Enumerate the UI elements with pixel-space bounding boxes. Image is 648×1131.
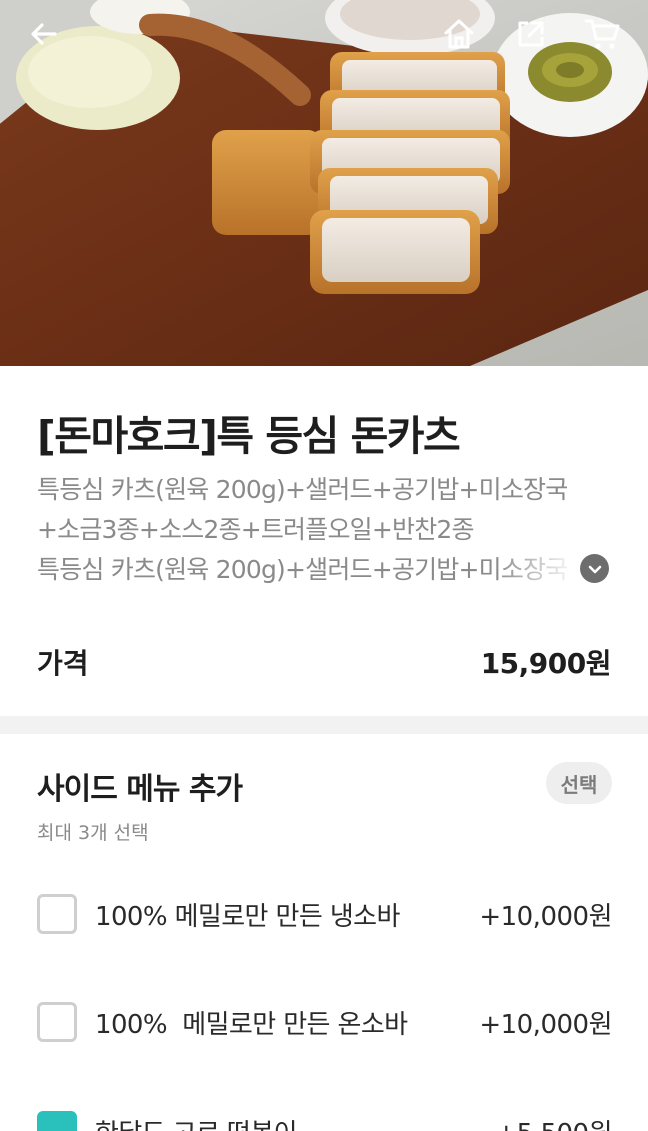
side-menu-title: 사이드 메뉴 추가 [37,772,243,807]
option-name: 100% 메밀로만 만든 온소바 [95,1010,408,1040]
description-line: 특등심 카츠(원육 200g)+샐러드+공기밥+미소장국 [37,555,568,584]
expand-description-button[interactable] [580,554,609,583]
description-line: 특등심 카츠(원육 200g)+샐러드+공기밥+미소장국 [37,475,568,504]
price-value: 15,900원 [480,647,612,680]
option-price: +5,500원 [495,1113,612,1131]
option-price: +10,000원 [479,902,612,932]
side-menu-subtitle: 최대 3개 선택 [37,822,149,844]
checkbox[interactable] [37,894,77,934]
cart-icon [584,19,620,49]
home-button[interactable] [437,12,481,56]
checkbox-checked[interactable] [37,1111,77,1131]
price-label: 가격 [37,647,89,680]
option-row-cold-soba[interactable]: 100% 메밀로만 만든 냉소바 +10,000원 [37,892,612,934]
share-icon [518,21,544,47]
checkbox[interactable] [37,1002,77,1042]
option-name: 한달도 고로 떡볶이 [95,1113,297,1131]
share-button[interactable] [509,12,553,56]
product-title: [돈마호크]특 등심 돈카츠 [37,412,461,460]
cart-button[interactable] [580,12,624,56]
home-icon [444,19,474,49]
chevron-down-icon [588,565,601,573]
product-info: [돈마호크]특 등심 돈카츠 특등심 카츠(원육 200g)+샐러드+공기밥+미… [0,366,648,716]
product-description: 특등심 카츠(원육 200g)+샐러드+공기밥+미소장국 +소금3종+소스2종+… [37,470,602,590]
top-nav-bar [0,0,648,70]
section-divider [0,716,648,734]
option-name: 100% 메밀로만 만든 냉소바 [95,902,400,932]
option-row-warm-soba[interactable]: 100% 메밀로만 만든 온소바 +10,000원 [37,1000,612,1042]
option-row-tteokbokki[interactable]: 한달도 고로 떡볶이 +5,500원 [37,1109,612,1131]
product-image [0,0,648,366]
back-button[interactable] [22,12,66,56]
back-arrow-icon [31,23,57,45]
price-row: 가격 15,900원 [37,642,612,682]
optional-badge: 선택 [546,762,612,804]
side-menu-section: 사이드 메뉴 추가 선택 최대 3개 선택 100% 메밀로만 만든 냉소바 +… [0,734,648,1131]
option-price: +10,000원 [479,1010,612,1040]
description-line: +소금3종+소스2종+트러플오일+반찬2종 [37,515,475,544]
